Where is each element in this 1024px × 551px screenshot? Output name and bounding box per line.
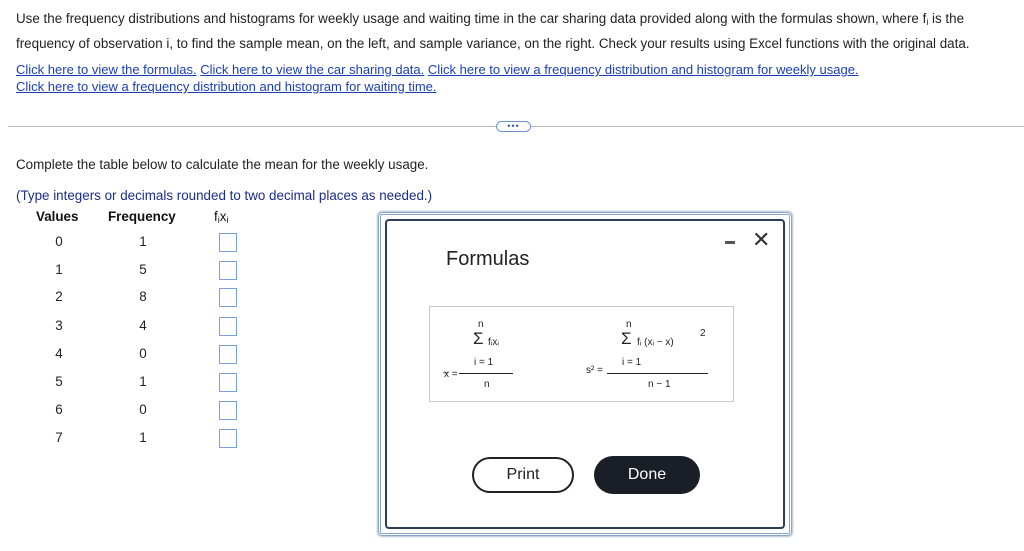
fixi-input[interactable] [219, 288, 237, 307]
frequency-cell: 1 [139, 374, 147, 389]
frequency-cell: 0 [139, 346, 147, 361]
mean-sigma: Σ [473, 329, 484, 348]
header-values: Values [36, 209, 79, 224]
fixi-input[interactable] [219, 345, 237, 364]
close-icon[interactable]: ✕ [752, 229, 770, 251]
variance-lhs: s² = [586, 365, 603, 376]
done-button[interactable]: Done [594, 456, 700, 494]
fixi-input[interactable] [219, 401, 237, 420]
variance-numerator: fᵢ (xᵢ − x) [637, 337, 674, 348]
minimize-icon[interactable] [725, 241, 735, 244]
variance-denominator: n − 1 [648, 379, 671, 390]
frequency-cell: 4 [139, 318, 147, 333]
formulas-panel: n Σ fᵢxᵢ i = 1 _ x = n n Σ fᵢ (xᵢ − x) 2… [429, 306, 734, 402]
variance-lower-limit: i = 1 [622, 357, 642, 368]
instructions-line-1b: is the [928, 11, 965, 26]
mean-numerator: fᵢxᵢ [488, 337, 499, 348]
frequency-cell: 1 [139, 234, 147, 249]
mean-lower-limit: i = 1 [474, 357, 494, 368]
value-cell: 5 [55, 374, 63, 389]
resource-links: Click here to view the formulas. Click h… [16, 61, 859, 95]
print-button[interactable]: Print [472, 457, 574, 493]
answer-format-hint: (Type integers or decimals rounded to tw… [16, 188, 433, 203]
variance-fraction-bar [607, 373, 708, 374]
mean-fraction-bar [459, 373, 513, 374]
fixi-input[interactable] [219, 429, 237, 448]
value-cell: 6 [55, 402, 63, 417]
frequency-cell: 5 [139, 262, 147, 277]
link-car-sharing-data[interactable]: Click here to view the car sharing data. [200, 62, 424, 77]
instructions-text: Use the frequency distributions and hist… [16, 8, 1016, 55]
instructions-line-1: Use the frequency distributions and hist… [16, 8, 1016, 33]
question-prompt: Complete the table below to calculate th… [16, 157, 429, 172]
variance-sigma: Σ [621, 329, 632, 348]
fixi-input[interactable] [219, 261, 237, 280]
value-cell: 3 [55, 318, 63, 333]
more-options-button[interactable]: ••• [496, 121, 531, 132]
instructions-line-1a: Use the frequency distributions and hist… [16, 11, 927, 26]
link-formulas[interactable]: Click here to view the formulas. [16, 62, 197, 77]
header-frequency: Frequency [108, 209, 176, 224]
value-cell: 1 [55, 262, 63, 277]
value-cell: 2 [55, 289, 63, 304]
value-cell: 7 [55, 430, 63, 445]
fixi-input[interactable] [219, 373, 237, 392]
link-waiting-time[interactable]: Click here to view a frequency distribut… [16, 79, 437, 94]
mean-lhs: x = [444, 369, 458, 380]
fixi-input[interactable] [219, 233, 237, 252]
frequency-cell: 0 [139, 402, 147, 417]
mean-denominator: n [484, 379, 490, 390]
link-weekly-usage[interactable]: Click here to view a frequency distribut… [428, 62, 859, 77]
fixi-input[interactable] [219, 317, 237, 336]
value-cell: 0 [55, 234, 63, 249]
frequency-cell: 1 [139, 430, 147, 445]
header-fixi: fixi [214, 209, 229, 225]
variance-exponent: 2 [700, 328, 706, 339]
frequency-cell: 8 [139, 289, 147, 304]
value-cell: 4 [55, 346, 63, 361]
instructions-line-2: frequency of observation i, to find the … [16, 36, 970, 51]
dialog-title: Formulas [446, 248, 530, 270]
